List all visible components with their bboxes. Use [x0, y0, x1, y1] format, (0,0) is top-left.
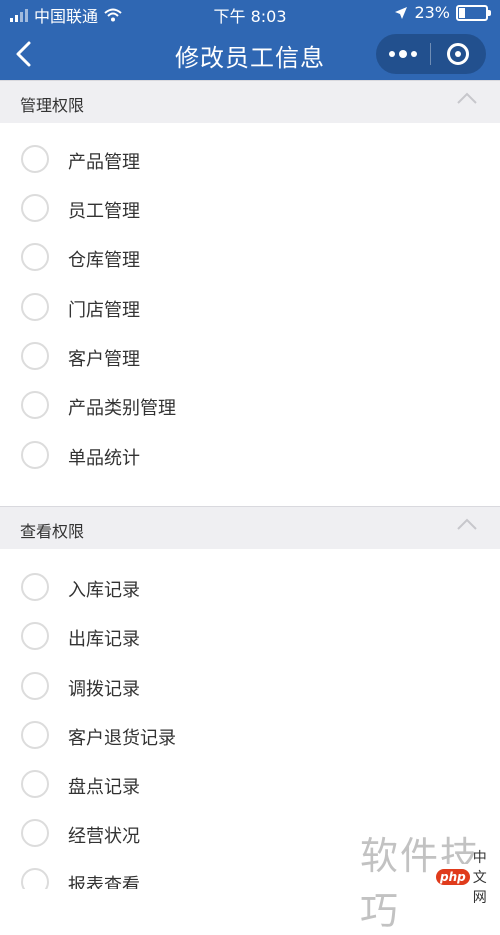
permission-label: 客户退货记录: [68, 728, 176, 749]
badge-text: 中文网: [472, 849, 487, 906]
permission-label: 经营状况: [68, 826, 140, 847]
status-bar: 中国联通 下午 8:03 23%: [0, 0, 500, 26]
radio-button[interactable]: [21, 441, 49, 469]
more-options-icon[interactable]: [376, 34, 430, 74]
permission-item[interactable]: 产品管理: [0, 137, 500, 183]
radio-button[interactable]: [21, 770, 49, 798]
battery-percent: 23%: [414, 3, 450, 22]
nav-bar: 修改员工信息: [0, 26, 500, 84]
location-arrow-icon: [395, 6, 408, 19]
permission-item[interactable]: 盘点记录: [0, 762, 500, 808]
mini-program-capsule: [376, 34, 486, 74]
radio-button[interactable]: [21, 194, 49, 222]
close-mini-program-icon[interactable]: [431, 34, 485, 74]
section-header-view[interactable]: 查看权限: [0, 506, 500, 549]
permission-label: 调拨记录: [68, 679, 140, 700]
permission-label: 产品类别管理: [68, 398, 176, 419]
permission-label: 产品管理: [68, 152, 140, 173]
permission-label: 客户管理: [68, 349, 140, 370]
permission-item[interactable]: 调拨记录: [0, 664, 500, 710]
permission-label: 入库记录: [68, 580, 140, 601]
status-right: 23%: [394, 3, 491, 22]
radio-button[interactable]: [21, 293, 49, 321]
permission-item[interactable]: 入库记录: [0, 565, 500, 611]
permission-item[interactable]: 员工管理: [0, 186, 500, 232]
permission-label: 仓库管理: [68, 250, 140, 271]
permission-label: 报表查看: [68, 875, 140, 889]
radio-button[interactable]: [21, 391, 49, 419]
permission-label: 单品统计: [68, 448, 140, 469]
permission-item[interactable]: 门店管理: [0, 285, 500, 331]
permission-label: 门店管理: [68, 300, 140, 321]
permission-item[interactable]: 客户退货记录: [0, 713, 500, 759]
permission-item[interactable]: 出库记录: [0, 614, 500, 660]
php-logo: php: [436, 868, 470, 885]
permission-label: 员工管理: [68, 201, 140, 222]
radio-button[interactable]: [21, 721, 49, 749]
permission-label: 盘点记录: [68, 777, 140, 798]
permission-item[interactable]: 产品类别管理: [0, 383, 500, 429]
radio-button[interactable]: [21, 672, 49, 700]
radio-button[interactable]: [21, 573, 49, 601]
permission-label: 出库记录: [68, 629, 140, 650]
radio-button[interactable]: [21, 243, 49, 271]
permission-item[interactable]: 仓库管理: [0, 235, 500, 281]
chevron-up-icon[interactable]: [456, 91, 478, 105]
radio-button[interactable]: [21, 868, 49, 889]
radio-button[interactable]: [21, 622, 49, 650]
section-header-management[interactable]: 管理权限: [0, 80, 500, 123]
radio-button[interactable]: [21, 145, 49, 173]
section-title: 查看权限: [20, 522, 85, 541]
section-title: 管理权限: [20, 96, 85, 115]
radio-button[interactable]: [21, 819, 49, 847]
battery-icon: [456, 4, 491, 21]
radio-button[interactable]: [21, 342, 49, 370]
permission-item[interactable]: 客户管理: [0, 334, 500, 380]
chevron-up-icon[interactable]: [456, 517, 478, 531]
permission-item[interactable]: 单品统计: [0, 433, 500, 479]
watermark-badge: php 中文网: [436, 850, 500, 906]
